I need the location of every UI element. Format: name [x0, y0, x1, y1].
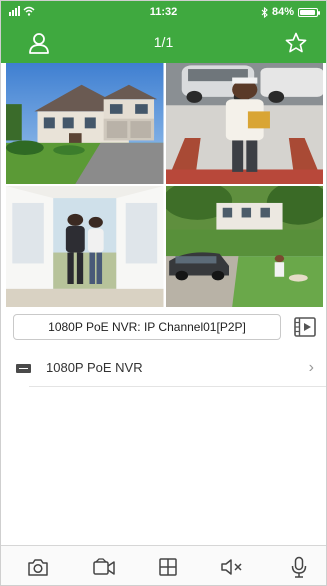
header: 1/1 — [1, 23, 326, 63]
camera-tile-visitor[interactable] — [165, 63, 323, 184]
status-bar: 11:32 84% — [1, 1, 326, 23]
camera-feed-house — [6, 63, 164, 184]
camera-tile-entrance[interactable] — [6, 186, 164, 307]
camera-feed-driveway — [165, 186, 323, 307]
bluetooth-icon — [261, 6, 268, 18]
favorite-button[interactable] — [282, 29, 310, 57]
camera-tile-driveway[interactable] — [165, 186, 323, 307]
video-playback-icon — [294, 317, 316, 337]
device-name: 1080P PoE NVR — [46, 360, 143, 375]
record-button[interactable] — [91, 554, 117, 580]
channel-label[interactable]: 1080P PoE NVR: IP Channel01[P2P] — [13, 314, 281, 340]
top-bar: 11:32 84% 1/1 — [1, 1, 326, 63]
camera-grid — [6, 63, 323, 307]
playback-button[interactable] — [293, 315, 317, 339]
battery-percent: 84% — [271, 6, 294, 18]
divider — [29, 386, 326, 387]
status-right: 84% — [261, 6, 320, 18]
app-screen: 11:32 84% 1/1 1080P PoE NVR: IP Channel0… — [0, 0, 327, 586]
bottom-toolbar — [1, 545, 326, 585]
battery-icon — [298, 7, 320, 17]
grid-icon — [159, 558, 177, 576]
device-list-item[interactable]: 1080P PoE NVR › — [1, 351, 326, 387]
camera-feed-entrance — [6, 186, 164, 307]
camera-tile-house[interactable] — [6, 63, 164, 184]
page-indicator: 1/1 — [153, 34, 174, 50]
chevron-right-icon: › — [308, 359, 314, 376]
snapshot-button[interactable] — [25, 554, 51, 580]
record-icon — [93, 558, 115, 575]
talk-button[interactable] — [286, 554, 312, 580]
mute-icon — [221, 559, 242, 575]
split-view-button[interactable] — [155, 554, 181, 580]
camera-icon — [28, 559, 48, 576]
microphone-icon — [291, 556, 307, 578]
mute-button[interactable] — [219, 554, 245, 580]
camera-feed-visitor — [165, 63, 323, 184]
dvr-icon — [16, 364, 31, 373]
star-icon — [285, 32, 307, 53]
